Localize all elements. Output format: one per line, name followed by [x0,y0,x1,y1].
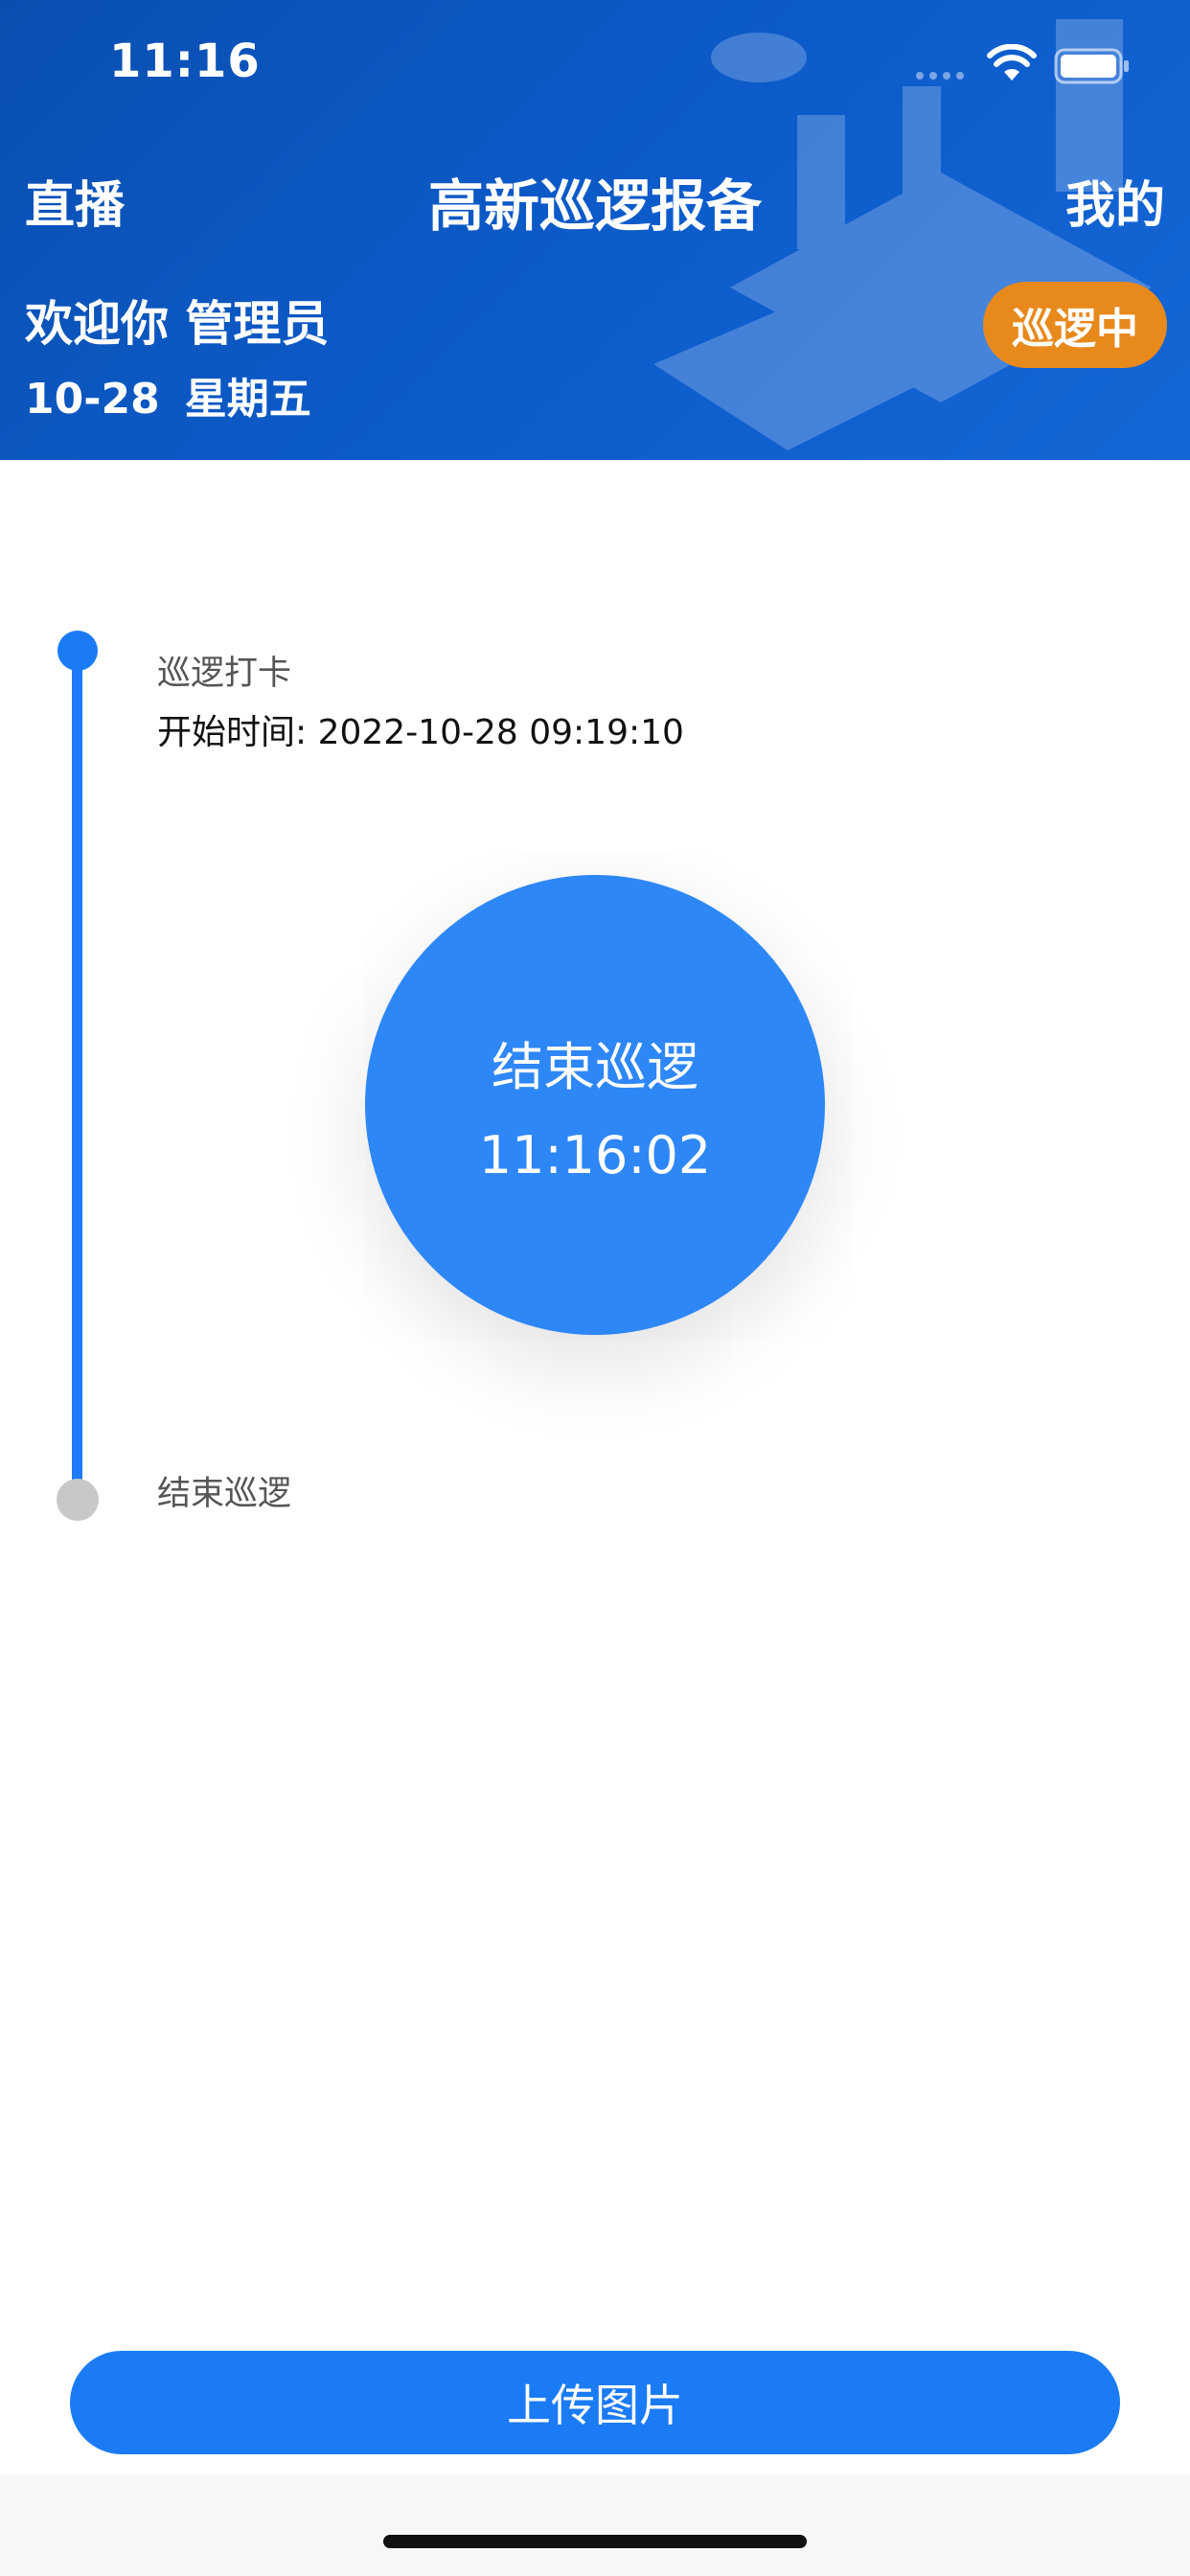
welcome-text: 欢迎你 管理员 [25,296,330,352]
date-text: 10-28 [25,375,160,424]
timeline-dot-done [57,631,98,671]
upload-image-button[interactable]: 上传图片 [70,2351,1120,2454]
battery-icon [1054,48,1129,84]
timeline-line [72,652,82,1491]
status-badge: 巡逻中 [983,282,1167,368]
step-checkin-start-time: 开始时间: 2022-10-28 09:19:10 [157,713,684,752]
weekday-text: 星期五 [184,375,311,424]
timeline-dot-pending [57,1479,99,1521]
signal-icon [916,72,964,80]
app-header: 11:16 直播 高新巡逻报备 我的 欢迎你 管理员 10-28 星期五 巡逻中 [0,0,1190,460]
end-patrol-label: 结束巡逻 [492,1037,698,1097]
wifi-icon [987,44,1037,80]
current-time: 11:16:02 [478,1125,712,1185]
end-patrol-button[interactable]: 结束巡逻 11:16:02 [365,875,825,1335]
bottom-safe-area [0,2474,1190,2576]
status-time: 11:16 [109,34,261,88]
my-tab[interactable]: 我的 [1065,165,1165,237]
step-end-label: 结束巡逻 [157,1475,292,1513]
date-line: 10-28 星期五 [25,364,311,426]
home-indicator[interactable] [383,2535,807,2548]
page-title: 高新巡逻报备 [427,173,762,239]
step-checkin-label: 巡逻打卡 [157,655,292,693]
